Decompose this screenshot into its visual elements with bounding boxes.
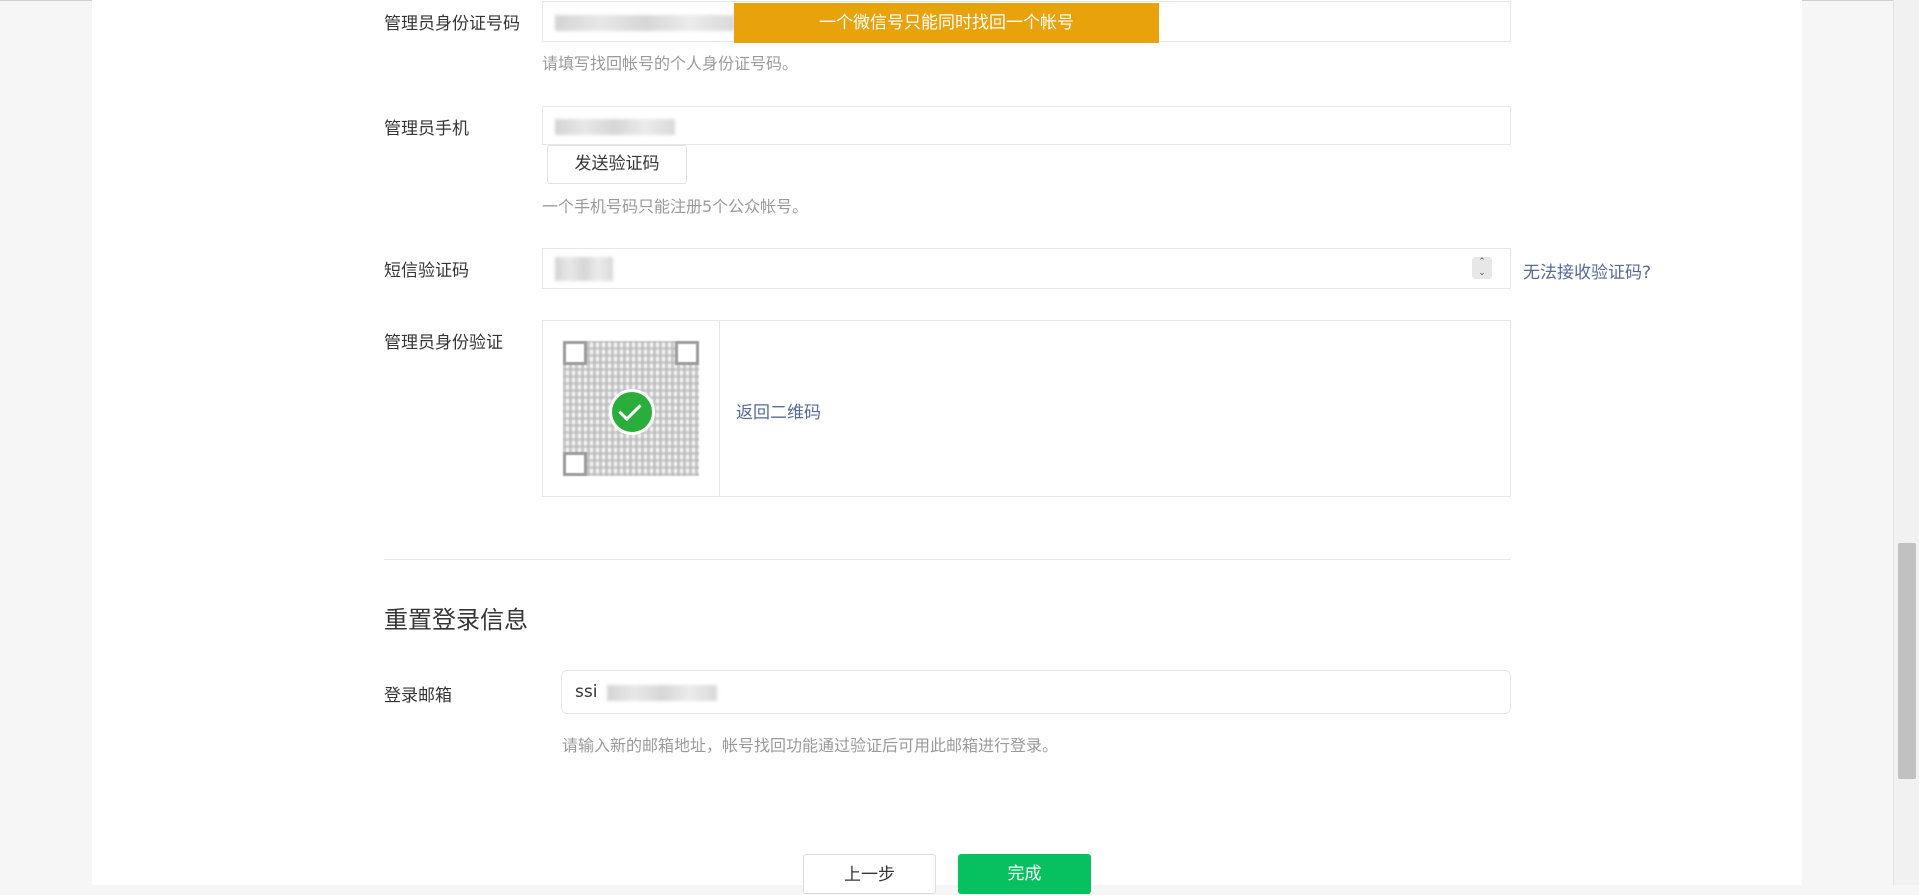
identity-verify-label: 管理员身份验证	[384, 333, 503, 353]
id-number-tip: 请填写找回帐号的个人身份证号码。	[542, 54, 799, 73]
id-number-redacted	[555, 15, 735, 31]
sms-code-input[interactable]	[542, 248, 1511, 289]
done-button[interactable]: 完成	[958, 854, 1091, 894]
sms-code-redacted	[555, 257, 613, 281]
phone-input[interactable]	[542, 106, 1511, 145]
back-to-qr-link[interactable]: 返回二维码	[736, 398, 821, 423]
sms-code-label: 短信验证码	[384, 261, 469, 281]
qr-code-cell	[543, 321, 720, 496]
toast-notice: 一个微信号只能同时找回一个帐号	[734, 3, 1159, 43]
cannot-receive-code-link[interactable]: 无法接收验证码?	[1523, 258, 1651, 283]
qr-finder-top-right	[675, 341, 699, 365]
spinner-down-icon[interactable]: ⌄	[1472, 268, 1492, 279]
email-label: 登录邮箱	[384, 686, 452, 706]
send-code-button[interactable]: 发送验证码	[547, 145, 687, 184]
email-redacted	[607, 685, 717, 701]
email-value: ssi	[575, 682, 598, 702]
identity-verify-box: 返回二维码	[542, 320, 1511, 497]
check-icon	[609, 389, 655, 435]
reset-section-title: 重置登录信息	[384, 606, 528, 634]
phone-label: 管理员手机	[384, 119, 469, 139]
qr-finder-bottom-left	[563, 452, 587, 476]
spinner-up-icon[interactable]: ⌃	[1472, 257, 1492, 268]
prev-step-button[interactable]: 上一步	[803, 854, 936, 894]
phone-tip: 一个手机号码只能注册5个公众帐号。	[542, 197, 809, 216]
email-tip: 请输入新的邮箱地址，帐号找回功能通过验证后可用此邮箱进行登录。	[562, 736, 1059, 755]
qr-finder-top-left	[563, 341, 587, 365]
section-divider	[384, 559, 1511, 560]
scrollbar[interactable]	[1893, 0, 1919, 885]
id-number-label: 管理员身份证号码	[384, 14, 520, 34]
scrollbar-thumb[interactable]	[1898, 543, 1916, 779]
number-spinner[interactable]: ⌃ ⌄	[1472, 257, 1492, 279]
phone-redacted	[555, 119, 675, 135]
email-input[interactable]: ssi	[561, 670, 1511, 714]
